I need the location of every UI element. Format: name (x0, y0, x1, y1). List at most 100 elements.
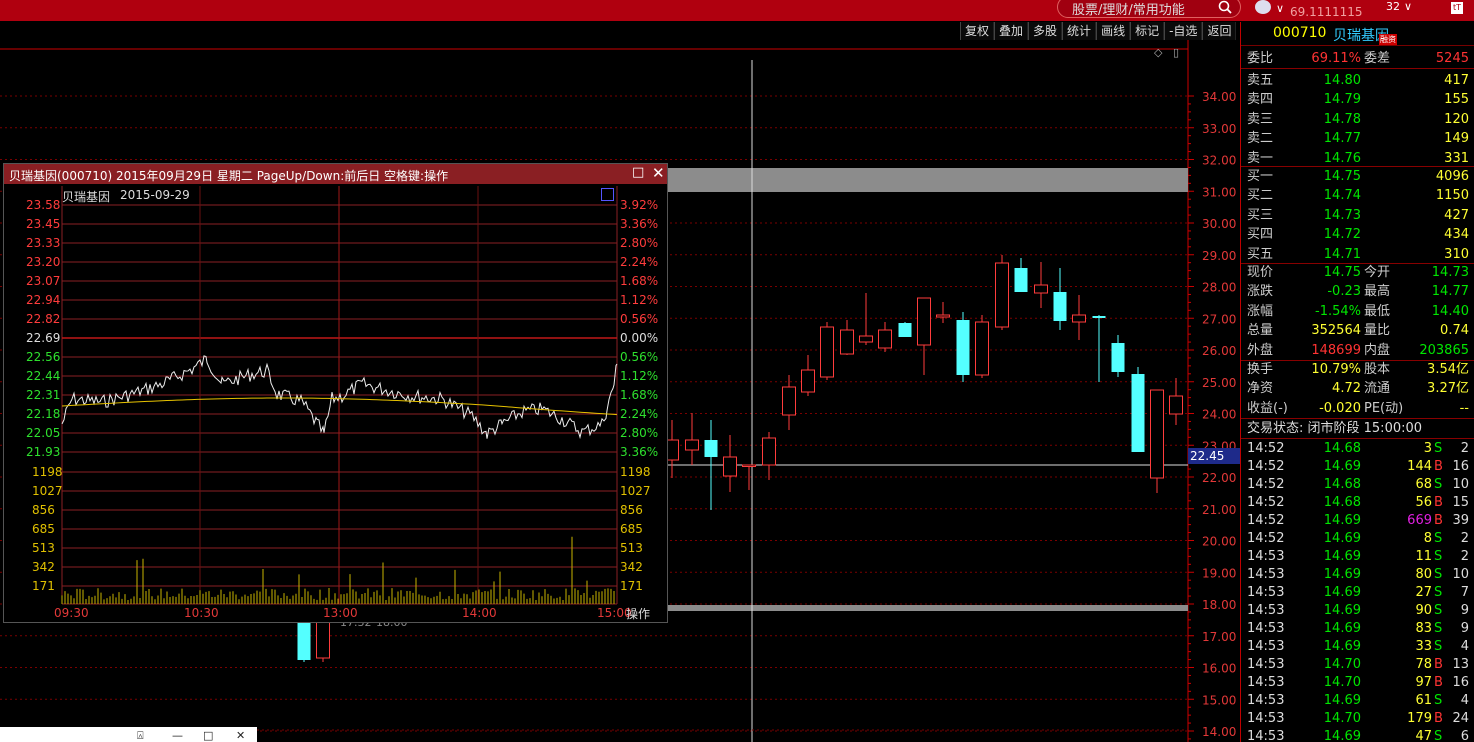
time-label: 14:00 (462, 606, 497, 620)
tick-price: 14.70 (1323, 711, 1361, 726)
pct-label: 2.80% (620, 236, 658, 250)
toolbar-button-6[interactable]: -自选 (1164, 22, 1203, 40)
price-label: 22.69 (26, 331, 60, 345)
stat-value: 14.77 (1431, 284, 1469, 300)
y-tick-label: 30.00 (1202, 217, 1236, 231)
app-icon[interactable]: tT (1451, 2, 1463, 14)
stat-row: 换手 10.79% 股本 3.54亿 (1241, 360, 1474, 379)
candle-body (1131, 374, 1145, 452)
toolbar-button-0[interactable]: 复权 (960, 22, 995, 40)
pct-label: 0.56% (620, 312, 658, 326)
tick-time: 14:53 (1247, 711, 1285, 726)
tick-price: 14.68 (1323, 441, 1361, 456)
tick-volume: 47 (1415, 729, 1432, 742)
maximize-icon[interactable]: □ (632, 165, 644, 180)
intraday-popup[interactable]: 贝瑞基因(000710) 2015年09月29日 星期二 PageUp/Down… (3, 163, 668, 623)
tick-side: B (1434, 459, 1443, 474)
chevron-down-icon[interactable]: ∨ (1404, 0, 1412, 13)
tick-side: S (1434, 729, 1443, 742)
toolbar-button-5[interactable]: 标记 (1130, 22, 1165, 40)
webi-label: 委比 (1247, 51, 1274, 66)
bid-price: 14.72 (1323, 227, 1361, 243)
tick-time: 14:52 (1247, 477, 1285, 492)
tick-price: 14.69 (1323, 567, 1361, 582)
ask-volume: 331 (1444, 150, 1469, 166)
vol-label: 856 (32, 503, 55, 517)
toolbar-button-1[interactable]: 叠加 (994, 22, 1029, 40)
tick-count: 7 (1460, 585, 1469, 600)
close-icon[interactable]: ✕ (652, 164, 665, 182)
bid-volume: 434 (1444, 227, 1469, 243)
avatar[interactable] (1255, 0, 1271, 14)
toolbar-button-4[interactable]: 画线 (1096, 22, 1131, 40)
operate-button[interactable]: 操作 (626, 605, 650, 622)
search-icon[interactable] (1218, 0, 1232, 14)
minimize-icon[interactable]: — (172, 729, 183, 742)
tick-count: 9 (1460, 603, 1469, 618)
tick-side: B (1434, 657, 1443, 672)
stock-header: 000710 贝瑞基因 融资 (1241, 22, 1474, 46)
stat-value: 4.72 (1332, 381, 1361, 397)
bid-price: 14.74 (1323, 188, 1361, 204)
toolbar-button-2[interactable]: 多股 (1028, 22, 1063, 40)
close-icon[interactable]: ✕ (236, 729, 245, 742)
tick-volume: 179 (1407, 711, 1432, 726)
bid-row: 买三 14.73 427 (1241, 206, 1474, 225)
ask-volume: 155 (1444, 92, 1469, 108)
toolbar-button-7[interactable]: 返回 (1202, 22, 1237, 40)
tick-count: 39 (1452, 513, 1469, 528)
candle-body (840, 329, 854, 355)
stat-label: 今开 (1364, 265, 1391, 280)
separator (1241, 68, 1474, 69)
chevron-down-icon[interactable]: ∨ (1276, 2, 1284, 15)
tick-price: 14.69 (1323, 621, 1361, 636)
stat-value: 14.40 (1431, 303, 1469, 319)
y-tick-label: 27.00 (1202, 312, 1236, 326)
tick-row: 14:52 14.68 56 B 15 (1241, 493, 1474, 512)
y-tick-label: 21.00 (1202, 503, 1236, 517)
stat-value: 352564 (1311, 323, 1361, 339)
tick-count: 16 (1452, 459, 1469, 474)
pin-icon[interactable]: ⍓ (137, 729, 144, 742)
candle-body (762, 437, 776, 466)
bid-row: 买二 14.74 1150 (1241, 186, 1474, 205)
tick-price: 14.69 (1323, 729, 1361, 742)
price-label: 22.18 (26, 407, 60, 421)
stat-label: 现价 (1247, 265, 1274, 280)
maximize-icon[interactable]: □ (203, 729, 213, 742)
y-tick-label: 34.00 (1202, 90, 1236, 104)
candle-body (742, 464, 756, 467)
tick-count: 2 (1460, 549, 1469, 564)
pct-label: 2.80% (620, 426, 658, 440)
stat-label: 内盘 (1364, 342, 1391, 358)
price-label: 22.31 (26, 388, 60, 402)
tick-price: 14.70 (1323, 675, 1361, 690)
candle-body (917, 297, 931, 346)
tick-row: 14:52 14.68 3 S 2 (1241, 439, 1474, 458)
tick-row: 14:52 14.69 8 S 2 (1241, 529, 1474, 548)
vol-label: 171 (32, 579, 55, 593)
bid-label: 买五 (1247, 246, 1274, 262)
tick-side: S (1434, 693, 1443, 708)
y-tick-label: 16.00 (1202, 662, 1236, 676)
tick-row: 14:53 14.69 33 S 4 (1241, 637, 1474, 656)
popup-title-bar[interactable]: 贝瑞基因(000710) 2015年09月29日 星期二 PageUp/Down… (4, 164, 667, 184)
candle-body (1169, 395, 1183, 415)
time-label: 10:30 (184, 606, 219, 620)
bid-row: 买四 14.72 434 (1241, 225, 1474, 244)
stat-label: 外盘 (1247, 342, 1274, 358)
stat-value: 203865 (1419, 342, 1469, 358)
bid-label: 买三 (1247, 207, 1274, 223)
candle-body (820, 326, 834, 378)
toolbar-button-3[interactable]: 统计 (1062, 22, 1097, 40)
tick-count: 2 (1460, 441, 1469, 456)
stat-value: -0.23 (1327, 284, 1361, 300)
stat-row: 涨幅 -1.54% 最低 14.40 (1241, 302, 1474, 321)
stat-label: 最高 (1364, 284, 1391, 300)
tick-row: 14:53 14.70 179 B 24 (1241, 709, 1474, 728)
y-tick-label: 20.00 (1202, 535, 1236, 549)
search-input[interactable]: 股票/理财/常用功能 (1057, 0, 1241, 18)
pct-label: 3.36% (620, 217, 658, 231)
bid-volume: 4096 (1435, 169, 1469, 184)
tick-volume: 83 (1415, 621, 1432, 636)
